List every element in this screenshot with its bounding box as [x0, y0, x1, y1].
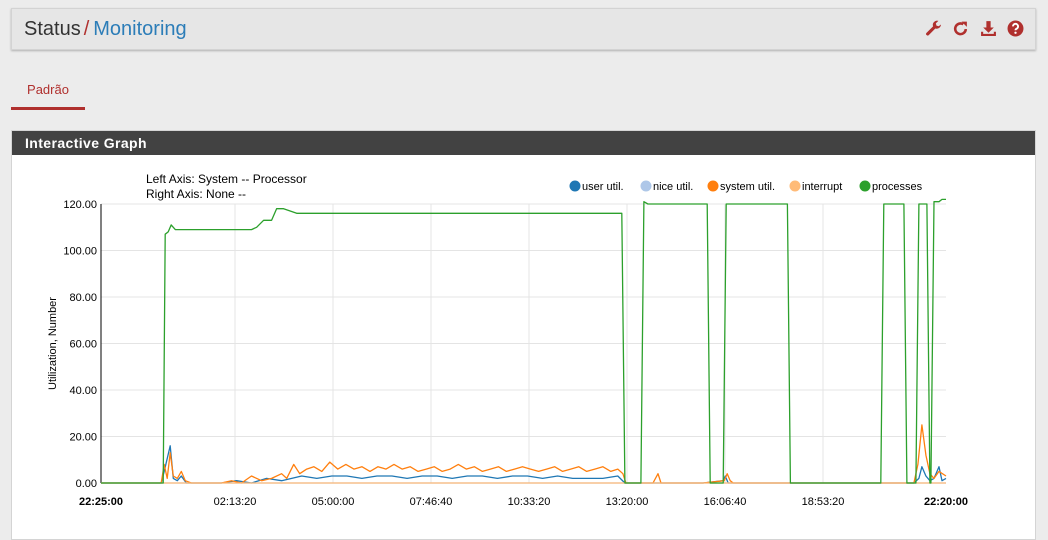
legend-label: interrupt: [802, 181, 842, 193]
x-tick-label: 22:25:00: [79, 496, 123, 508]
y-tick-label: 0.00: [76, 478, 97, 490]
y-tick-label: 40.00: [69, 385, 97, 397]
legend-marker: [569, 180, 581, 192]
x-tick-label: 22:20:00: [924, 496, 968, 508]
series-line-2: [101, 424, 947, 484]
legend-label: processes: [872, 181, 923, 193]
series-line-0: [101, 445, 947, 484]
y-tick-label: 20.00: [69, 432, 97, 444]
legend-marker: [789, 180, 801, 192]
axis-info-line: Right Axis: None --: [146, 187, 246, 201]
y-tick-label: 100.00: [63, 246, 97, 258]
x-tick-label: 13:20:00: [606, 496, 649, 508]
x-tick-label: 16:06:40: [704, 496, 747, 508]
x-tick-label: 18:53:20: [802, 496, 845, 508]
legend-marker: [707, 180, 719, 192]
series-line-4: [101, 198, 946, 484]
x-tick-label: 10:33:20: [508, 496, 551, 508]
legend-label: system util.: [720, 181, 775, 193]
y-tick-label: 120.00: [63, 199, 97, 211]
legend-marker: [640, 180, 652, 192]
legend-marker: [859, 180, 871, 192]
y-axis-label: Utilization, Number: [47, 297, 59, 390]
x-tick-label: 05:00:00: [312, 496, 355, 508]
x-tick-label: 02:13:20: [214, 496, 257, 508]
x-tick-label: 07:46:40: [410, 496, 453, 508]
y-tick-label: 60.00: [69, 339, 97, 351]
axis-info-line: Left Axis: System -- Processor: [146, 172, 307, 186]
legend-label: user util.: [582, 181, 624, 193]
y-tick-label: 80.00: [69, 292, 97, 304]
chart: 120.00 100.00 80.00 60.00 40.00 20.00 0.00 22:2…: [47, 172, 968, 508]
legend-label: nice util.: [653, 181, 693, 193]
